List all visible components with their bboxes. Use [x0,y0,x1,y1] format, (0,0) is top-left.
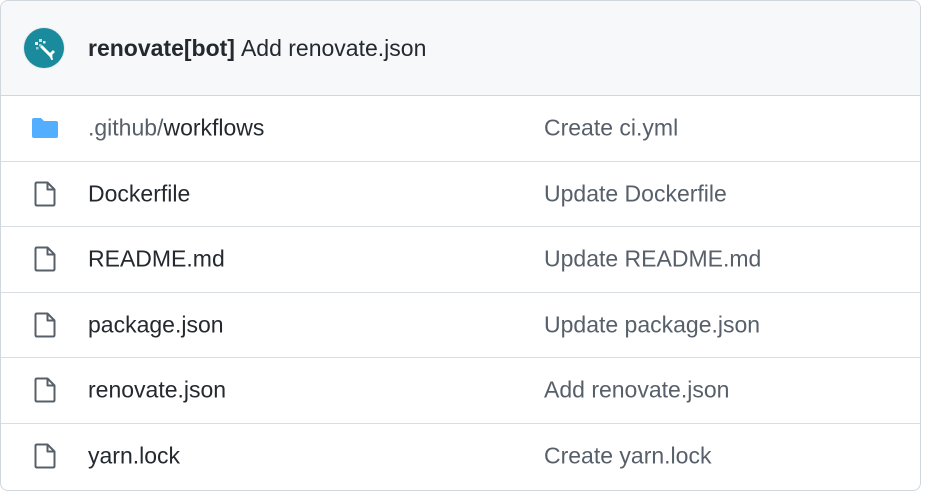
commit-message-link[interactable]: Add renovate.json [241,35,426,61]
file-name-link[interactable]: Dockerfile [88,180,190,207]
file-list: .github/workflows Create ci.yml Dockerfi… [1,96,920,489]
file-commit-message-link[interactable]: Update Dockerfile [544,180,727,207]
file-row-renovate-json[interactable]: renovate.json Add renovate.json [1,358,920,424]
renovate-bot-avatar[interactable] [24,28,64,68]
file-commit-message-link[interactable]: Create yarn.lock [544,443,711,470]
file-row-github-workflows[interactable]: .github/workflows Create ci.yml [1,96,920,162]
file-name-link[interactable]: .github/workflows [88,115,264,142]
commit-author-link[interactable]: renovate[bot] [88,35,235,61]
file-commit-message-link[interactable]: Update README.md [544,246,761,273]
latest-commit-header: renovate[bot] Add renovate.json [1,1,920,96]
latest-commit-summary: renovate[bot] Add renovate.json [88,35,426,61]
repository-file-browser: renovate[bot] Add renovate.json .github/w… [0,0,921,491]
file-commit-message-link[interactable]: Create ci.yml [544,115,678,142]
file-commit-message-link[interactable]: Update package.json [544,311,760,338]
file-name-link[interactable]: package.json [88,311,224,338]
file-icon [31,245,59,273]
renovate-bot-icon [35,39,55,60]
file-icon [31,442,59,470]
folder-icon [31,114,59,142]
file-name-link[interactable]: yarn.lock [88,443,180,470]
file-icon [31,376,59,404]
file-row-readme[interactable]: README.md Update README.md [1,227,920,293]
file-name-link[interactable]: README.md [88,246,225,273]
file-commit-message-link[interactable]: Add renovate.json [544,377,729,404]
file-icon [31,311,59,339]
file-row-dockerfile[interactable]: Dockerfile Update Dockerfile [1,162,920,227]
file-row-package-json[interactable]: package.json Update package.json [1,293,920,358]
file-row-yarn-lock[interactable]: yarn.lock Create yarn.lock [1,424,920,490]
file-name-link[interactable]: renovate.json [88,377,226,404]
file-icon [31,180,59,208]
